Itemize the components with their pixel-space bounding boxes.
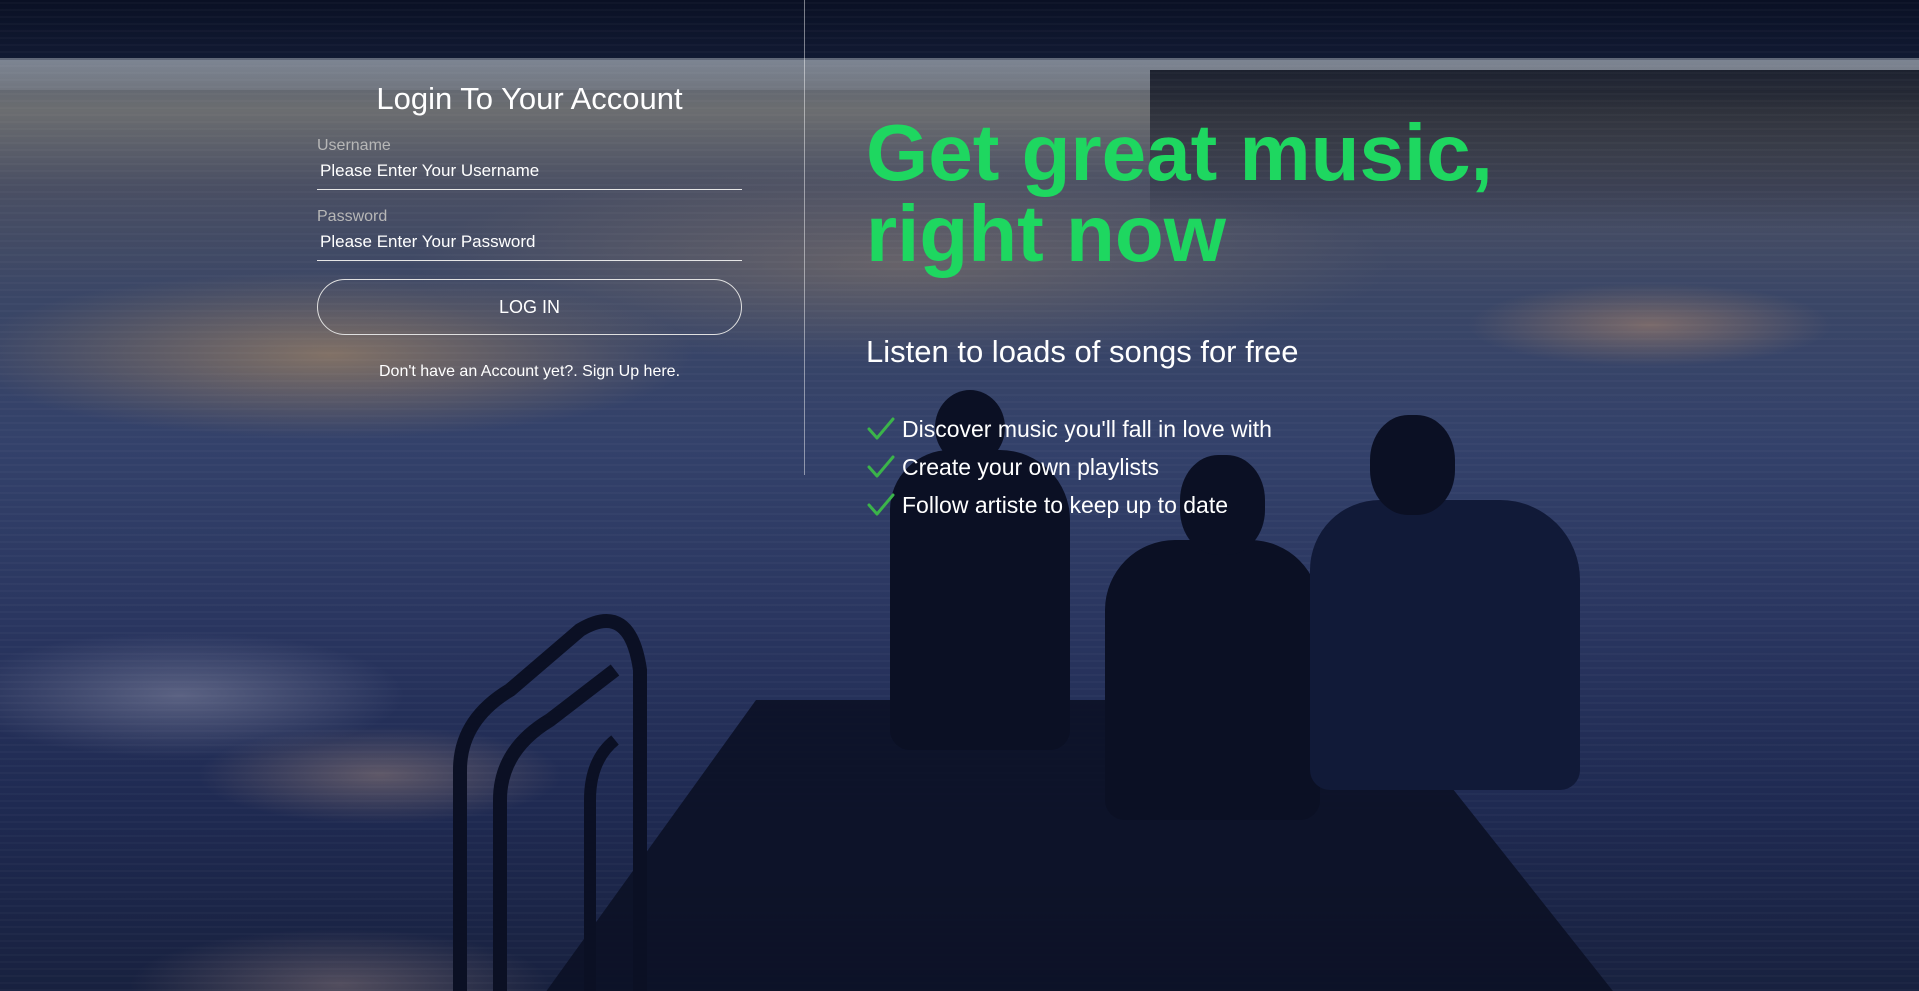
check-icon — [867, 455, 895, 478]
list-item: Create your own playlists — [866, 448, 1766, 486]
signup-prompt: Don't have an Account yet?. Sign Up here… — [317, 363, 742, 381]
feature-text: Follow artiste to keep up to date — [902, 491, 1229, 518]
username-field-group: Username — [317, 137, 742, 191]
login-title: Login To Your Account — [376, 81, 683, 116]
list-item: Discover music you'll fall in love with — [866, 410, 1766, 448]
username-input[interactable] — [317, 159, 742, 191]
subheadline: Listen to loads of songs for free — [866, 334, 1299, 369]
promo-section: Get great music, right now Listen to loa… — [866, 112, 1766, 524]
headline-line-1: Get great music, — [866, 108, 1493, 197]
panel-divider — [804, 0, 805, 475]
person-silhouette-right — [1310, 500, 1580, 790]
login-button[interactable]: LOG IN — [317, 279, 742, 336]
login-form: Login To Your Account Username Password … — [317, 80, 742, 381]
feature-list: Discover music you'll fall in love with … — [866, 410, 1766, 524]
feature-text: Create your own playlists — [902, 453, 1159, 480]
list-item: Follow artiste to keep up to date — [866, 486, 1766, 524]
password-label: Password — [317, 208, 388, 226]
dock-ladder — [453, 614, 647, 991]
username-label: Username — [317, 137, 391, 155]
signup-link[interactable]: Don't have an Account yet?. Sign Up here… — [379, 363, 680, 380]
person-silhouette-middle — [1105, 540, 1320, 820]
check-icon — [867, 493, 895, 516]
password-input[interactable] — [317, 230, 742, 262]
password-field-group: Password — [317, 208, 742, 262]
headline-line-2: right now — [866, 189, 1226, 278]
check-icon — [867, 417, 895, 440]
feature-text: Discover music you'll fall in love with — [902, 415, 1272, 442]
headline: Get great music, right now — [866, 112, 1766, 274]
